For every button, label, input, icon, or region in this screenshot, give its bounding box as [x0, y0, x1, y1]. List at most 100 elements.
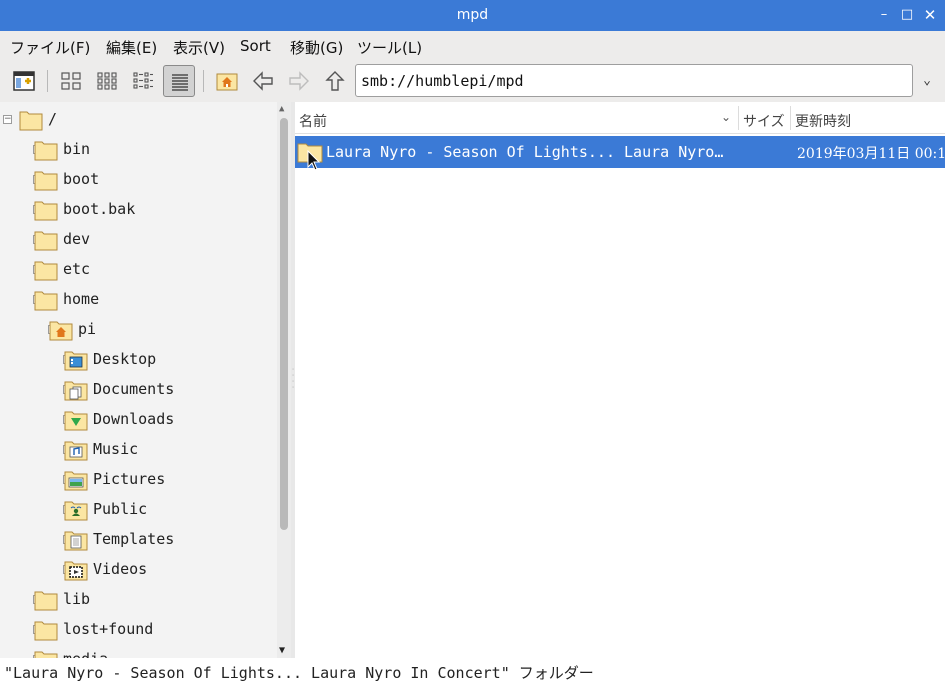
folder-icon: [34, 589, 58, 611]
toolbar-separator: [47, 70, 48, 92]
thumbnail-view-button[interactable]: [91, 65, 123, 97]
back-arrow-icon: [253, 71, 273, 91]
tree-item[interactable]: +Pictures: [0, 465, 277, 495]
menu-sort[interactable]: Sort: [240, 37, 271, 55]
tree-item-label: media: [63, 650, 108, 658]
mouse-pointer-icon: [307, 150, 321, 171]
up-arrow-icon: [325, 71, 345, 91]
videos-folder-icon: [64, 559, 88, 581]
back-button[interactable]: [247, 65, 279, 97]
column-name[interactable]: 名前: [299, 102, 327, 134]
tree-item-label: bin: [63, 140, 91, 158]
tree-item[interactable]: +Videos: [0, 555, 277, 585]
home-icon: [216, 73, 238, 91]
scroll-up-arrow-icon[interactable]: ▲: [279, 104, 284, 114]
new-window-button[interactable]: [8, 65, 40, 97]
menu-view[interactable]: 表示(V): [173, 37, 225, 58]
tree-item-label: Downloads: [93, 410, 175, 428]
detailed-list-view-button[interactable]: [163, 65, 195, 97]
tree-item[interactable]: +Documents: [0, 375, 277, 405]
folder-icon: [34, 649, 58, 658]
music-folder-icon: [64, 439, 88, 461]
file-list[interactable]: 名前 ⌄ サイズ 更新時刻 Laura Nyro - Season Of Lig…: [295, 102, 945, 658]
tree-item-label: boot: [63, 170, 100, 188]
file-row[interactable]: Laura Nyro - Season Of Lights... Laura N…: [295, 136, 945, 168]
toolbar-separator: [203, 70, 204, 92]
compact-view-button[interactable]: [127, 65, 159, 97]
pictures-folder-icon: [64, 469, 88, 491]
maximize-button[interactable]: □: [897, 4, 917, 26]
home-folder-icon: [49, 319, 73, 341]
forward-button[interactable]: [283, 65, 315, 97]
collapse-icon[interactable]: −: [3, 115, 12, 124]
tree-scrollbar[interactable]: ▲ ▼: [277, 102, 291, 658]
column-modified[interactable]: 更新時刻: [795, 102, 851, 134]
home-button[interactable]: [211, 65, 243, 97]
column-size[interactable]: サイズ: [743, 102, 785, 134]
tree-item-label: /: [48, 110, 58, 128]
tree-item[interactable]: +lib: [0, 585, 277, 615]
folder-icon: [34, 139, 58, 161]
downloads-folder-icon: [64, 409, 88, 431]
folder-icon: [19, 109, 43, 131]
tree-item-label: Videos: [93, 560, 148, 578]
tree-item-label: pi: [78, 320, 97, 338]
column-divider[interactable]: [790, 106, 791, 130]
tree-item-label: dev: [63, 230, 91, 248]
folder-tree[interactable]: −/+bin+boot+boot.bak+dev+etc−home−pi+Des…: [0, 102, 277, 658]
tree-item-label: lib: [63, 590, 91, 608]
folder-icon: [34, 289, 58, 311]
status-text: "Laura Nyro - Season Of Lights... Laura …: [4, 664, 594, 682]
tree-item[interactable]: +media: [0, 645, 277, 658]
folder-icon: [34, 619, 58, 641]
templates-folder-icon: [64, 529, 88, 551]
detailed-list-view-icon: [172, 74, 188, 91]
column-divider[interactable]: [738, 106, 739, 130]
tree-item-label: Documents: [93, 380, 175, 398]
tree-item[interactable]: +Downloads: [0, 405, 277, 435]
folder-icon: [34, 259, 58, 281]
minimize-button[interactable]: –: [874, 4, 894, 26]
menu-bar: ファイル(F) 編集(E) 表示(V) Sort 移動(G) ツール(L): [0, 31, 945, 61]
tree-item-label: Templates: [93, 530, 175, 548]
tree-item-label: boot.bak: [63, 200, 136, 218]
tree-item[interactable]: +Public: [0, 495, 277, 525]
address-bar[interactable]: smb://humblepi/mpd: [355, 64, 913, 97]
tree-item-label: Public: [93, 500, 148, 518]
tree-item-label: lost+found: [63, 620, 154, 638]
scrollbar-thumb[interactable]: [280, 118, 288, 530]
tree-item[interactable]: +Music: [0, 435, 277, 465]
tree-item[interactable]: +etc: [0, 255, 277, 285]
tree-item-label: Pictures: [93, 470, 166, 488]
tree-item[interactable]: +Templates: [0, 525, 277, 555]
menu-edit[interactable]: 編集(E): [106, 37, 157, 58]
public-folder-icon: [64, 499, 88, 521]
menu-tools[interactable]: ツール(L): [357, 37, 422, 58]
file-name: Laura Nyro - Season Of Lights... Laura N…: [326, 143, 724, 161]
address-dropdown-button[interactable]: ⌄: [915, 64, 939, 97]
tree-item[interactable]: +lost+found: [0, 615, 277, 645]
scroll-down-arrow-icon[interactable]: ▼: [279, 645, 285, 656]
tree-item[interactable]: − /: [0, 105, 277, 135]
sort-descending-icon: ⌄: [721, 110, 732, 124]
thumbnail-view-icon: [97, 72, 117, 90]
icon-view-icon: [61, 72, 81, 90]
tree-item[interactable]: −pi: [0, 315, 277, 345]
tree-item[interactable]: +bin: [0, 135, 277, 165]
tree-item[interactable]: +boot.bak: [0, 195, 277, 225]
tree-item[interactable]: +dev: [0, 225, 277, 255]
new-window-icon: [13, 71, 35, 91]
window-title: mpd: [456, 7, 489, 23]
desktop-folder-icon: [64, 349, 88, 371]
close-button[interactable]: ✕: [920, 4, 940, 26]
compact-view-icon: [133, 72, 153, 89]
tree-item-label: Desktop: [93, 350, 157, 368]
icon-view-button[interactable]: [55, 65, 87, 97]
tree-item[interactable]: +Desktop: [0, 345, 277, 375]
menu-go[interactable]: 移動(G): [290, 37, 343, 58]
forward-arrow-icon: [289, 71, 309, 91]
tree-item[interactable]: −home: [0, 285, 277, 315]
tree-item[interactable]: +boot: [0, 165, 277, 195]
menu-file[interactable]: ファイル(F): [10, 37, 90, 58]
up-button[interactable]: [319, 65, 351, 97]
